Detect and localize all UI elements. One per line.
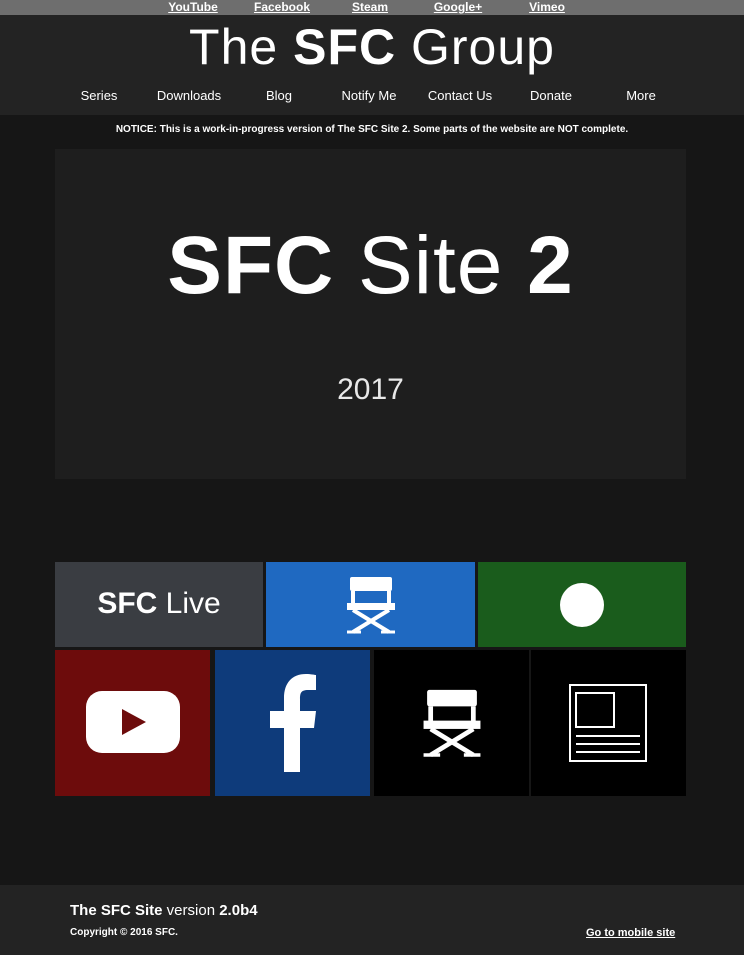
nav-donate[interactable]: Donate [530, 88, 572, 104]
hero-title: SFC Site 2 [55, 221, 686, 311]
nav-downloads[interactable]: Downloads [157, 88, 221, 104]
youtube-link[interactable]: YouTube [168, 0, 218, 15]
hero-title-number: 2 [527, 220, 574, 311]
series-tile-secondary[interactable] [374, 650, 529, 796]
live-status-tile[interactable] [478, 562, 686, 647]
site-header: The SFC Group Series Downloads Blog Noti… [0, 15, 744, 115]
series-tile[interactable] [266, 562, 475, 647]
footer-site-name: The SFC Site [70, 902, 163, 919]
nav-contact-us[interactable]: Contact Us [428, 88, 492, 104]
hero-title-light: Site [334, 220, 528, 311]
notice-banner: NOTICE: This is a work-in-progress versi… [115, 124, 629, 135]
googleplus-link[interactable]: Google+ [434, 0, 482, 15]
news-icon [569, 684, 647, 762]
director-chair-icon [423, 689, 481, 758]
blog-tile[interactable] [531, 650, 686, 796]
facebook-link[interactable]: Facebook [254, 0, 310, 15]
footer-version: The SFC Site version 2.0b4 [70, 902, 258, 920]
mobile-site-link[interactable]: Go to mobile site [586, 927, 675, 940]
nav-series[interactable]: Series [81, 88, 118, 104]
facebook-icon [270, 674, 316, 772]
sfc-live-tile[interactable]: SFC Live [55, 562, 263, 647]
nav-notify-me[interactable]: Notify Me [342, 88, 397, 104]
sfc-live-bold: SFC [97, 587, 158, 620]
facebook-tile[interactable] [215, 650, 370, 796]
hero-banner: SFC Site 2 2017 [55, 149, 686, 479]
brand-suffix: Group [396, 19, 555, 75]
footer-copyright: Copyright © 2016 SFC. [70, 927, 178, 938]
sfc-live-light: Live [157, 587, 221, 620]
nav-blog[interactable]: Blog [266, 88, 292, 104]
circle-icon [560, 583, 604, 627]
brand-prefix: The [189, 19, 294, 75]
director-chair-icon [347, 577, 395, 634]
hero-title-bold: SFC [167, 220, 335, 311]
sfc-live-label: SFC Live [55, 586, 263, 622]
nav-more[interactable]: More [626, 88, 656, 104]
hero-year: 2017 [337, 373, 404, 406]
footer-version-number: 2.0b4 [219, 902, 258, 919]
site-footer: The SFC Site version 2.0b4 Copyright © 2… [0, 885, 744, 955]
site-logo[interactable]: The SFC Group [0, 17, 744, 77]
youtube-icon [86, 691, 180, 753]
brand-highlight: SFC [293, 19, 397, 75]
footer-version-label: version [162, 902, 220, 919]
social-bar: YouTube Facebook Steam Google+ Vimeo [0, 0, 744, 15]
steam-link[interactable]: Steam [352, 0, 388, 15]
youtube-tile[interactable] [55, 650, 210, 796]
vimeo-link[interactable]: Vimeo [529, 0, 565, 15]
